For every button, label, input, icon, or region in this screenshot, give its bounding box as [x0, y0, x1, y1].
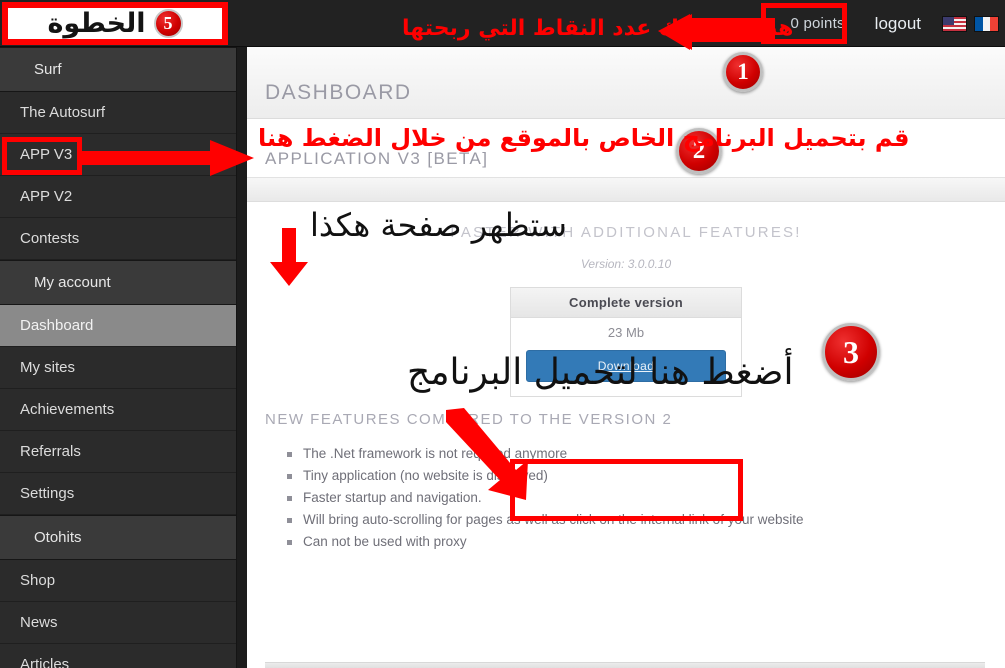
- flag-us-icon[interactable]: [942, 15, 967, 32]
- section-title: APPLICATION V3 [BETA]: [265, 149, 489, 168]
- features-title: NEW FEATURES COMPARED TO THE VERSION 2: [265, 411, 673, 428]
- content-bottom-bar: [265, 662, 985, 668]
- application-header: APPLICATION V3 [BETA]: [247, 119, 1005, 177]
- download-button[interactable]: Download: [526, 350, 726, 382]
- sidebar: Surf The Autosurf APP V3 APP V2 Contests…: [0, 47, 237, 668]
- features-list: The .Net framework is not required anymo…: [287, 446, 1005, 549]
- sidebar-item-shop[interactable]: Shop: [0, 560, 236, 602]
- list-item: Can not be used with proxy: [287, 534, 1005, 549]
- app-root: 0 points logout Surf The Autosurf APP V3…: [0, 0, 1005, 668]
- download-area: FASTER WITH ADDITIONAL FEATURES! Version…: [247, 202, 1005, 397]
- tagline: FASTER WITH ADDITIONAL FEATURES!: [450, 224, 802, 241]
- download-card-title: Complete version: [511, 288, 741, 318]
- list-item: Will bring auto-scrolling for pages as w…: [287, 512, 1005, 527]
- section-divider: [247, 177, 1005, 202]
- topbar-right-group: 0 points logout: [775, 0, 999, 47]
- sidebar-item-settings[interactable]: Settings: [0, 473, 236, 515]
- sidebar-section-my-account: My account: [0, 260, 236, 305]
- sidebar-item-the-autosurf[interactable]: The Autosurf: [0, 92, 236, 134]
- flag-fr-icon[interactable]: [974, 15, 999, 32]
- list-item: The .Net framework is not required anymo…: [287, 446, 1005, 461]
- step-stamp-number: 5: [153, 9, 183, 38]
- dashboard-header: DASHBOARD: [247, 47, 1005, 119]
- step-stamp-text: الخطوة: [47, 8, 146, 39]
- sidebar-item-contests[interactable]: Contests: [0, 218, 236, 260]
- sidebar-section-surf: Surf: [0, 47, 236, 92]
- sidebar-item-my-sites[interactable]: My sites: [0, 347, 236, 389]
- main-content: DASHBOARD APPLICATION V3 [BETA] FASTER W…: [247, 47, 1005, 668]
- sidebar-item-app-v2[interactable]: APP V2: [0, 176, 236, 218]
- sidebar-item-dashboard[interactable]: Dashboard: [0, 305, 236, 347]
- step-stamp: الخطوة 5: [2, 2, 228, 45]
- sidebar-item-referrals[interactable]: Referrals: [0, 431, 236, 473]
- page-title: DASHBOARD: [265, 81, 412, 104]
- download-card: Complete version 23 Mb Download: [510, 287, 742, 397]
- list-item: Faster startup and navigation.: [287, 490, 1005, 505]
- sidebar-item-achievements[interactable]: Achievements: [0, 389, 236, 431]
- list-item: Tiny application (no website is displaye…: [287, 468, 1005, 483]
- sidebar-item-news[interactable]: News: [0, 602, 236, 644]
- download-card-size: 23 Mb: [607, 325, 645, 340]
- sidebar-item-app-v3[interactable]: APP V3: [0, 134, 236, 176]
- sidebar-section-otohits: Otohits: [0, 515, 236, 560]
- points-display: 0 points: [790, 15, 845, 32]
- version-label: Version: 3.0.0.10: [580, 257, 672, 271]
- features-section: NEW FEATURES COMPARED TO THE VERSION 2 T…: [247, 397, 1005, 549]
- sidebar-item-articles[interactable]: Articles: [0, 644, 236, 668]
- logout-link[interactable]: logout: [861, 14, 935, 34]
